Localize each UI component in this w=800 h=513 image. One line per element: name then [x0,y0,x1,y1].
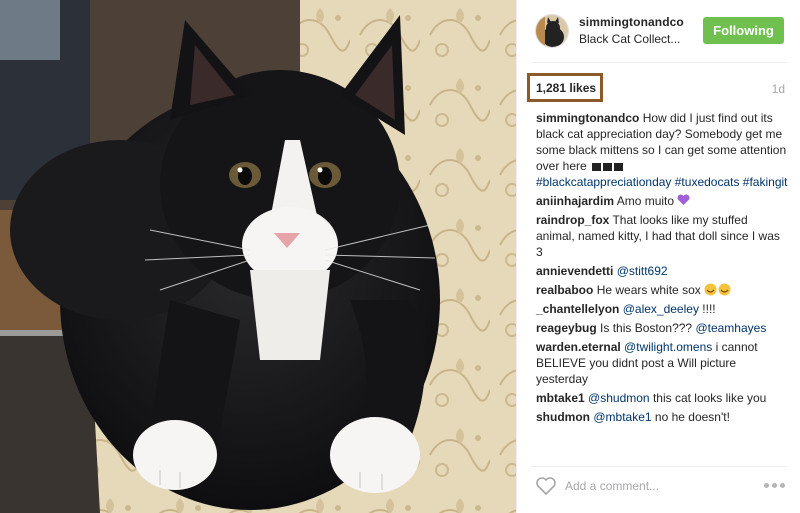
grinning-faces-emoji-icon [704,283,731,296]
post-caption: simmingtonandco How did I just find out … [536,110,788,190]
comment-mention[interactable]: @teamhayes [695,321,766,335]
more-options-icon [764,482,769,488]
comment-username[interactable]: mbtake1 [536,391,585,405]
comment-item: mbtake1 @shudmon this cat looks like you [536,390,788,406]
comment-text: He wears white sox [596,283,701,297]
like-button[interactable] [535,476,557,496]
more-options-button[interactable] [764,480,786,490]
comment-username[interactable]: warden.eternal [536,340,621,354]
comment-username[interactable]: reageybug [536,321,597,335]
comment-item: realbaboo He wears white sox [536,282,788,298]
comment-text: Is this Boston??? [600,321,693,335]
post-timestamp[interactable]: 1d [772,82,785,96]
comment-username[interactable]: aniinhajardim [536,194,614,208]
comment-item: warden.eternal @twilight.omens i cannot … [536,339,788,387]
add-comment-input[interactable] [565,475,745,497]
comment-mention[interactable]: @alex_deeley [623,302,699,316]
following-button[interactable]: Following [703,17,784,44]
comments-list: simmingtonandco How did I just find out … [536,110,788,428]
comment-text: this cat looks like you [652,391,767,405]
comment-username[interactable]: _chantellelyon [536,302,619,316]
more-options-icon [772,482,777,488]
comment-username[interactable]: shudmon [536,410,590,424]
comment-mention[interactable]: @stitt692 [617,264,668,278]
comment-mention[interactable]: @shudmon [588,391,650,405]
likes-count[interactable]: 1,281 likes [536,81,596,95]
comment-text: Amo muito [616,194,675,208]
post-photo[interactable] [0,0,516,513]
kitten-photo-illustration [0,0,516,513]
avatar-image [536,15,568,47]
footer-divider [531,466,787,467]
post-side-panel: simmingtonandco Black Cat Collect... Fol… [516,0,800,513]
comment-mention[interactable]: @mbtake1 [593,410,651,424]
comment-username[interactable]: realbaboo [536,283,593,297]
comment-item: aniinhajardim Amo muito [536,193,788,209]
owner-avatar[interactable] [535,14,569,48]
comment-item: shudmon @mbtake1 no he doesn't! [536,409,788,425]
comment-mention[interactable]: @twilight.omens [624,340,712,354]
comment-username[interactable]: raindrop_fox [536,213,609,227]
heart-outline-icon [536,477,556,495]
flags-emoji [590,159,624,173]
comment-item: _chantellelyon @alex_deeley !!!! [536,301,788,317]
post-header: simmingtonandco Black Cat Collect... Fol… [517,0,800,62]
more-options-icon [780,482,785,488]
purple-heart-icon [677,194,690,205]
owner-username[interactable]: simmingtonandco [579,15,684,29]
comment-username[interactable]: annievendetti [536,264,613,278]
owner-location[interactable]: Black Cat Collect... [579,32,680,46]
header-divider [531,62,787,63]
comment-item: annievendetti @stitt692 [536,263,788,279]
comment-text: no he doesn't! [654,410,730,424]
comment-item: reageybug Is this Boston??? @teamhayes [536,320,788,336]
comment-item: raindrop_fox That looks like my stuffed … [536,212,788,260]
caption-hashtags[interactable]: #blackcatappreciationday #tuxedocats #fa… [536,174,788,190]
comment-text: !!!! [702,302,716,316]
caption-username[interactable]: simmingtonandco [536,111,639,125]
